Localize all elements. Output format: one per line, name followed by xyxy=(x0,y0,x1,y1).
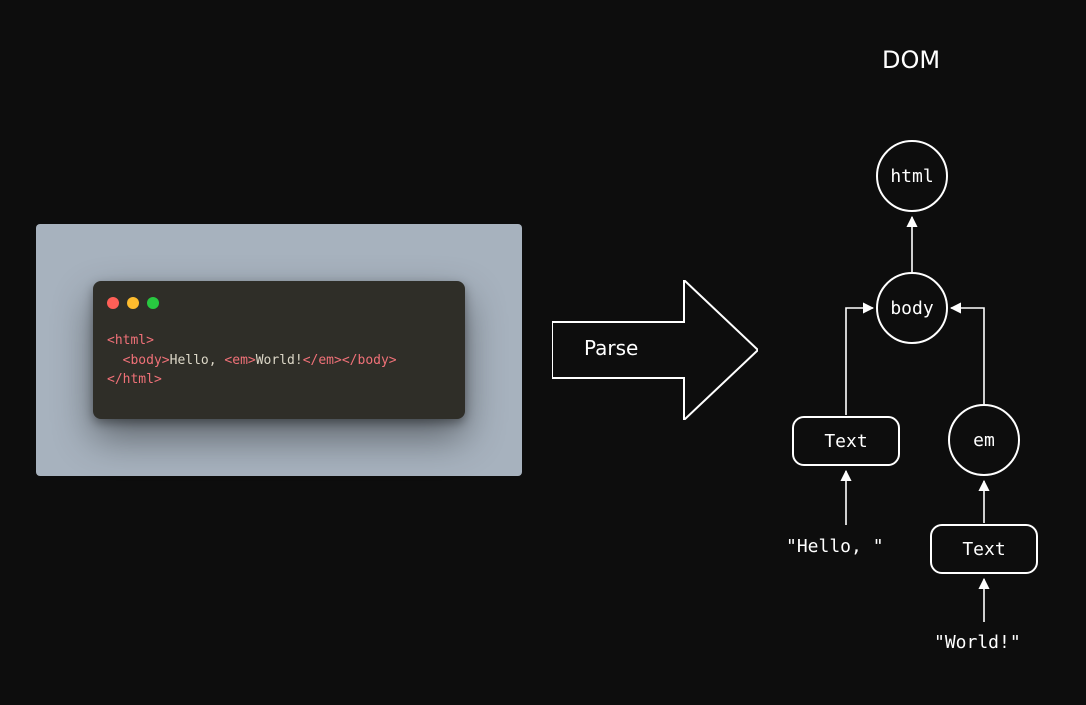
tree-node-text-world: Text xyxy=(930,524,1038,574)
code-panel: <html> <body>Hello, <em>World!</em></bod… xyxy=(36,224,522,476)
arrow-label: Parse xyxy=(584,336,638,360)
parse-arrow: Parse xyxy=(552,280,758,420)
dom-tree: html body Text em Text "Hello, " "World!… xyxy=(780,130,1060,670)
tree-node-em: em xyxy=(948,404,1020,476)
zoom-icon xyxy=(147,297,159,309)
minimize-icon xyxy=(127,297,139,309)
tree-node-text-hello: Text xyxy=(792,416,900,466)
tree-node-body: body xyxy=(876,272,948,344)
code-block: <html> <body>Hello, <em>World!</em></bod… xyxy=(107,331,397,390)
tree-leaf-hello: "Hello, " xyxy=(786,536,884,557)
arrow-icon xyxy=(552,280,758,420)
close-icon xyxy=(107,297,119,309)
code-window: <html> <body>Hello, <em>World!</em></bod… xyxy=(93,281,465,419)
tree-leaf-world: "World!" xyxy=(934,632,1021,653)
tree-node-html: html xyxy=(876,140,948,212)
window-traffic-lights xyxy=(107,297,159,309)
diagram-title: DOM xyxy=(882,46,940,74)
